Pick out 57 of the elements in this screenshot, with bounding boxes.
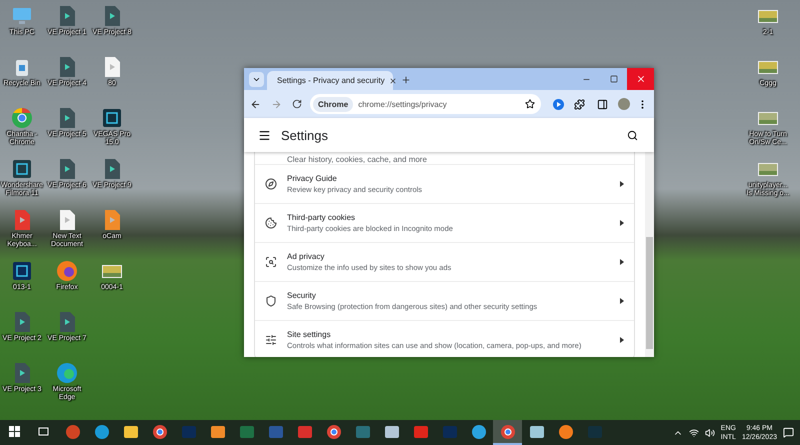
notification-icon[interactable]: [783, 427, 794, 438]
arrow-right-icon: [620, 181, 624, 187]
pc-icon: [11, 5, 33, 27]
maximize-icon: [610, 75, 618, 83]
chevron-down-icon: [252, 75, 261, 84]
row-title: Privacy Guide: [287, 174, 338, 183]
chrome-app-icon: [152, 424, 166, 438]
reload-button[interactable]: [292, 99, 302, 109]
arrow-right-icon: [620, 220, 624, 226]
forward-arrow-icon: [271, 98, 282, 110]
psd-icon: [11, 260, 33, 282]
row-description: Clear history, cookies, cache, and more: [287, 155, 427, 164]
scrollbar[interactable]: [645, 152, 654, 357]
firefox-icon: [56, 260, 78, 282]
tab-search-button[interactable]: [249, 72, 264, 87]
row-title: Third-party cookies: [287, 213, 356, 222]
search-icon[interactable]: [627, 130, 638, 140]
extensions-icon[interactable]: [574, 98, 585, 110]
edge-icon: [56, 362, 78, 384]
scrollbar-thumb[interactable]: [646, 237, 653, 349]
back-arrow-icon: [250, 98, 261, 110]
wifi-icon[interactable]: [688, 428, 699, 438]
chrome-icon: [11, 107, 33, 129]
close-tab-button[interactable]: [388, 76, 397, 84]
back-button[interactable]: [250, 98, 261, 110]
row-title: Security: [287, 291, 317, 300]
address-bar[interactable]: Chrome chrome://settings/privacy: [310, 94, 541, 114]
sliders-icon: [265, 334, 277, 346]
close-icon: [636, 74, 646, 84]
compass-icon: [265, 178, 277, 190]
windows-start-icon: [9, 426, 20, 437]
page-title: Settings: [281, 128, 329, 142]
row-title: Ad privacy: [287, 252, 326, 261]
bookmark-star-icon[interactable]: [525, 99, 535, 109]
chrome-app-icon: [326, 424, 340, 438]
shield-icon: [265, 295, 277, 307]
cookie-icon: [265, 217, 277, 229]
side-panel-icon[interactable]: [597, 98, 608, 110]
browser-tab[interactable]: Settings - Privacy and security: [267, 71, 393, 90]
new-tab-button[interactable]: [401, 75, 411, 85]
site-chip[interactable]: Chrome: [313, 96, 354, 112]
plus-icon: [401, 75, 411, 85]
chrome-app-icon: [500, 424, 514, 438]
task-view-icon: [38, 426, 49, 437]
speaker-icon[interactable]: [704, 428, 715, 438]
arrow-right-icon: [620, 298, 624, 304]
profile-avatar[interactable]: [618, 98, 630, 110]
magnifier-icon: [265, 256, 277, 268]
row-title: Site settings: [287, 330, 332, 339]
reload-icon: [292, 99, 302, 109]
extension-icon[interactable]: [553, 98, 564, 110]
vegas-icon: [101, 107, 123, 129]
arrow-right-icon: [620, 337, 624, 343]
arrow-right-icon: [620, 259, 624, 265]
filmora-icon: [11, 158, 33, 180]
close-icon: [388, 76, 397, 84]
menu-icon[interactable]: [258, 128, 271, 142]
